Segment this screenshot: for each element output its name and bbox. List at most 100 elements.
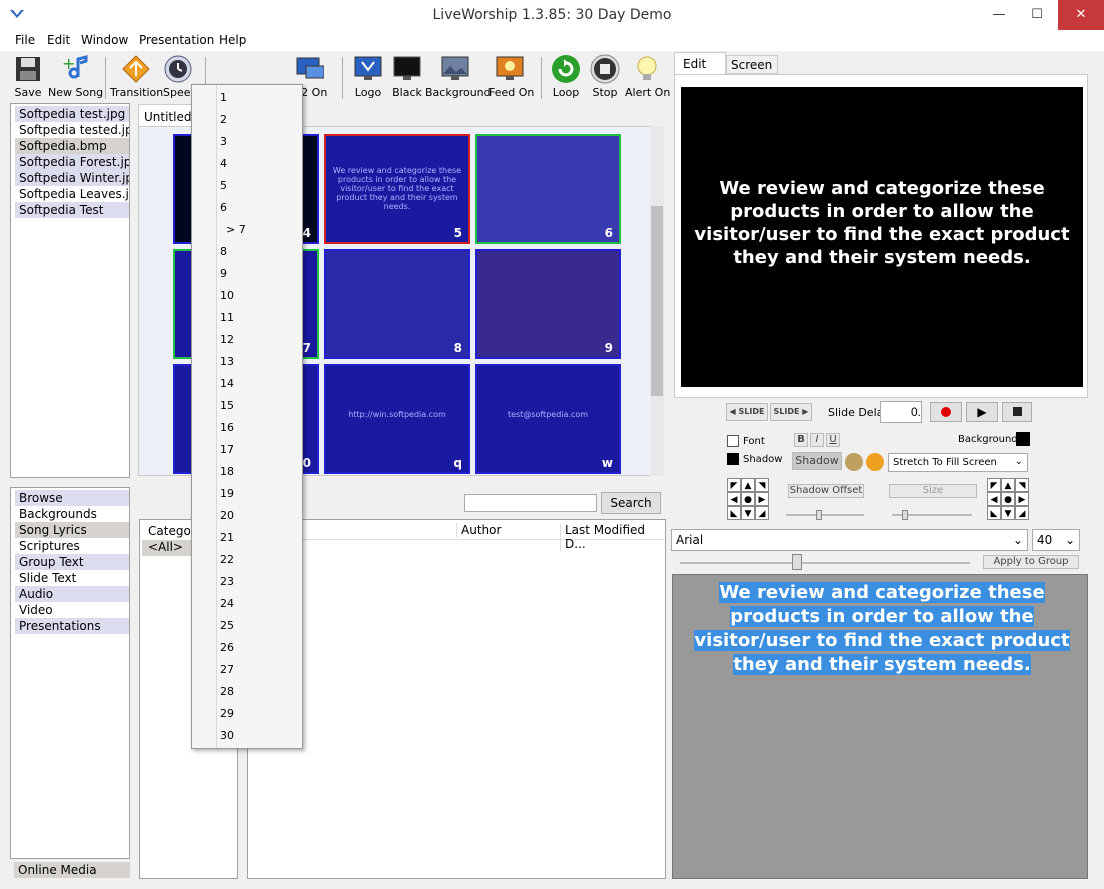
dropdown-item[interactable]: 5 bbox=[220, 179, 227, 192]
loop-button[interactable]: Loop bbox=[549, 54, 583, 99]
dropdown-item[interactable]: 12 bbox=[220, 333, 234, 346]
category-header[interactable]: Categor bbox=[148, 524, 196, 538]
menu-help[interactable]: Help bbox=[219, 33, 246, 47]
dropdown-item[interactable]: 19 bbox=[220, 487, 234, 500]
font-select[interactable]: Arial ⌄ bbox=[671, 529, 1028, 551]
library-item-browse[interactable]: Browse bbox=[15, 490, 129, 506]
minimize-button[interactable]: — bbox=[982, 0, 1016, 30]
dropdown-item[interactable]: 6 bbox=[220, 201, 227, 214]
list-item[interactable]: Softpedia.bmp bbox=[15, 138, 129, 154]
slide-thumb[interactable]: We review and categorize these products … bbox=[324, 134, 470, 244]
stop-playback-button[interactable] bbox=[1002, 402, 1032, 422]
transition-button[interactable]: Transition bbox=[110, 54, 163, 99]
dropdown-item[interactable]: 4 bbox=[220, 157, 227, 170]
dropdown-item[interactable]: > 7 bbox=[226, 223, 246, 236]
italic-button[interactable]: I bbox=[810, 433, 824, 447]
dropdown-item[interactable]: 23 bbox=[220, 575, 234, 588]
dropdown-item[interactable]: 8 bbox=[220, 245, 227, 258]
list-item[interactable]: Softpedia tested.jpg bbox=[15, 122, 129, 138]
size-button[interactable]: Size bbox=[889, 484, 977, 498]
list-item[interactable]: Softpedia Winter.jpg bbox=[15, 170, 129, 186]
library-item-presentations[interactable]: Presentations bbox=[15, 618, 129, 634]
library-item-scriptures[interactable]: Scriptures bbox=[15, 538, 129, 554]
dropdown-item[interactable]: 9 bbox=[220, 267, 227, 280]
underline-button[interactable]: U bbox=[826, 433, 840, 447]
next-slide-button[interactable]: SLIDE ▶ bbox=[770, 403, 812, 421]
dropdown-item[interactable]: 21 bbox=[220, 531, 234, 544]
list-item[interactable]: Softpedia test.jpg bbox=[15, 106, 129, 122]
slide-delay-input[interactable] bbox=[880, 401, 922, 423]
menu-edit[interactable]: Edit bbox=[47, 33, 70, 47]
background-button[interactable]: Background bbox=[425, 54, 491, 99]
black-button[interactable]: Black bbox=[390, 54, 424, 99]
dropdown-item[interactable]: 3 bbox=[220, 135, 227, 148]
dropdown-item[interactable]: 28 bbox=[220, 685, 234, 698]
library-item-backgrounds[interactable]: Backgrounds bbox=[15, 506, 129, 522]
slider-thumb[interactable] bbox=[792, 554, 802, 570]
dropdown-item[interactable]: 14 bbox=[220, 377, 234, 390]
tab-screen2[interactable]: Screen 2 bbox=[726, 55, 778, 86]
library-item-song-lyrics[interactable]: Song Lyrics bbox=[15, 522, 129, 538]
dropdown-item[interactable]: 10 bbox=[220, 289, 234, 302]
menu-file[interactable]: File bbox=[15, 33, 35, 47]
menu-window[interactable]: Window bbox=[81, 33, 128, 47]
dropdown-item[interactable]: 27 bbox=[220, 663, 234, 676]
search-button[interactable]: Search bbox=[601, 492, 661, 514]
search-input[interactable] bbox=[464, 494, 597, 512]
shadow-offset-button[interactable]: Shadow Offset bbox=[788, 484, 864, 498]
slide-thumb[interactable]: test@softpedia.com w bbox=[475, 364, 621, 474]
tab-edit[interactable]: Edit bbox=[674, 52, 726, 74]
dropdown-item[interactable]: 11 bbox=[220, 311, 234, 324]
dropdown-item[interactable]: 29 bbox=[220, 707, 234, 720]
stop-button[interactable]: Stop bbox=[588, 54, 622, 99]
online-media-button[interactable]: Online Media bbox=[14, 862, 130, 878]
dropdown-item[interactable]: 1 bbox=[220, 91, 227, 104]
size-slider[interactable] bbox=[892, 510, 972, 520]
feed-icon[interactable] bbox=[866, 453, 884, 471]
dropdown-item[interactable]: 17 bbox=[220, 443, 234, 456]
slider-thumb[interactable] bbox=[816, 510, 822, 520]
dropdown-item[interactable]: 2 bbox=[220, 113, 227, 126]
close-button[interactable]: ✕ bbox=[1058, 0, 1104, 30]
maximize-button[interactable]: ☐ bbox=[1020, 0, 1054, 30]
speed-button[interactable]: Speed bbox=[163, 54, 193, 99]
list-item[interactable]: Softpedia Leaves.j... bbox=[15, 186, 129, 202]
play-button[interactable]: ▶ bbox=[966, 402, 998, 422]
logo-button[interactable]: Logo bbox=[351, 54, 385, 99]
dropdown-item[interactable]: 18 bbox=[220, 465, 234, 478]
dropdown-item[interactable]: 25 bbox=[220, 619, 234, 632]
library-item-slide-text[interactable]: Slide Text bbox=[15, 570, 129, 586]
feed-on-button[interactable]: Feed On bbox=[489, 54, 534, 99]
dropdown-item[interactable]: 15 bbox=[220, 399, 234, 412]
bold-button[interactable]: B bbox=[794, 433, 808, 447]
library-item-video[interactable]: Video bbox=[15, 602, 129, 618]
alert-on-button[interactable]: Alert On bbox=[625, 54, 670, 99]
slider-thumb[interactable] bbox=[902, 510, 908, 520]
shadow-color-swatch[interactable] bbox=[727, 453, 739, 465]
slide-scrollbar[interactable] bbox=[650, 126, 664, 476]
last-modified-header[interactable]: Last Modified D... bbox=[560, 523, 665, 551]
shadow-toggle-button[interactable]: Shadow bbox=[792, 452, 842, 470]
font-size-slider[interactable] bbox=[680, 554, 970, 570]
slide-thumb[interactable]: http://win.softpedia.com q bbox=[324, 364, 470, 474]
prev-slide-button[interactable]: ◀ SLIDE bbox=[726, 403, 768, 421]
apply-to-group-button[interactable]: Apply to Group bbox=[983, 555, 1079, 569]
shadow-direction-grid[interactable]: ◤ ▲ ◥ ◀ ● ▶ ◣ ▼ ◢ bbox=[987, 478, 1029, 520]
list-item[interactable]: Softpedia Test bbox=[15, 202, 129, 218]
tab-untitled[interactable]: Untitled bbox=[138, 104, 198, 126]
menu-presentation[interactable]: Presentation bbox=[139, 33, 214, 47]
background-color-swatch[interactable] bbox=[1016, 432, 1030, 446]
dropdown-item[interactable]: 24 bbox=[220, 597, 234, 610]
font-size-select[interactable]: 40 ⌄ bbox=[1032, 529, 1080, 551]
slide-thumb[interactable]: 6 bbox=[475, 134, 621, 244]
dropdown-item[interactable]: 22 bbox=[220, 553, 234, 566]
dvd-icon[interactable] bbox=[845, 453, 863, 471]
slide-thumb[interactable]: 9 bbox=[475, 249, 621, 359]
new-song-button[interactable]: + New Song bbox=[48, 54, 103, 99]
record-button[interactable] bbox=[930, 402, 962, 422]
editor-text[interactable]: We review and categorize these products … bbox=[683, 581, 1081, 677]
shadow-offset-slider[interactable] bbox=[786, 510, 864, 520]
font-color-swatch[interactable] bbox=[727, 435, 739, 447]
library-item-audio[interactable]: Audio bbox=[15, 586, 129, 602]
library-item-group-text[interactable]: Group Text bbox=[15, 554, 129, 570]
